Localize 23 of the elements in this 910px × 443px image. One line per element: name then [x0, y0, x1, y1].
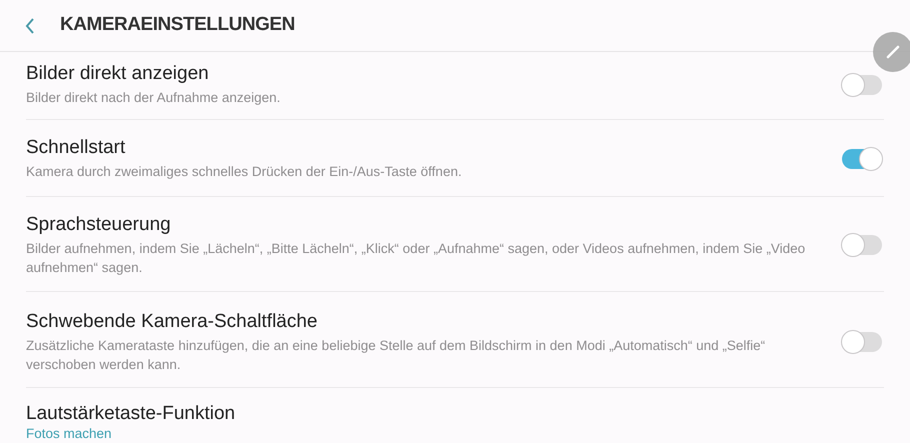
setting-row[interactable]: Schwebende Kamera-Schaltfläche Zusätzliche Kamerataste hinzufügen, die an eine beliebige Stelle auf dem Bildschirm in den Modi „Automatisch“ und „Selfie“ verschoben werden kann. — [26, 292, 884, 388]
setting-row[interactable]: Sprachsteuerung Bilder aufnehmen, indem Sie „Lächeln“, „Bitte Lächeln“, „Klick“ oder „Aufnahme“ sagen, oder Videos aufnehmen, indem Sie „Video aufnehmen“ sagen. — [26, 197, 884, 292]
edit-button[interactable] — [873, 32, 910, 72]
back-icon — [25, 16, 35, 34]
toggle-switch[interactable] — [842, 148, 882, 168]
setting-row[interactable]: Bilder direkt anzeigen Bilder direkt nach der Aufnahme anzeigen. — [26, 52, 884, 120]
setting-description: Bilder direkt nach der Aufnahme anzeigen. — [26, 89, 282, 107]
setting-title: Sprachsteuerung — [26, 213, 172, 237]
setting-value: Fotos machen — [26, 426, 113, 442]
pen-icon — [885, 44, 901, 60]
setting-row[interactable]: Lautstärketaste-Funktion Fotos machen — [26, 388, 884, 442]
setting-title: Schwebende Kamera-Schaltfläche — [26, 310, 319, 334]
toggle-switch[interactable] — [842, 74, 882, 94]
setting-title: Lautstärketaste-Funktion — [26, 402, 236, 426]
setting-description: Kamera durch zweimaliges schnelles Drücken der Ein-/Aus-Taste öffnen. — [26, 163, 463, 181]
setting-description: Bilder aufnehmen, indem Sie „Lächeln“, „Bitte Lächeln“, „Klick“ oder „Aufnahme“ sagen, oder Videos aufnehmen, indem Sie „Video aufnehmen“ sagen. — [26, 240, 806, 277]
setting-title: Schnellstart — [26, 136, 126, 160]
setting-row[interactable]: Schnellstart Kamera durch zweimaliges schnelles Drücken der Ein-/Aus-Taste öffnen. — [26, 120, 884, 197]
setting-title: Bilder direkt anzeigen — [26, 62, 210, 86]
toggle-switch[interactable] — [842, 332, 882, 352]
setting-description: Zusätzliche Kamerataste hinzufügen, die an eine beliebige Stelle auf dem Bildschirm in den Modi „Automatisch“ und „Selfie“ verschoben werden kann. — [26, 337, 766, 374]
toggle-switch[interactable] — [842, 235, 882, 255]
page-title: KAMERAEINSTELLUNGEN — [60, 13, 295, 38]
